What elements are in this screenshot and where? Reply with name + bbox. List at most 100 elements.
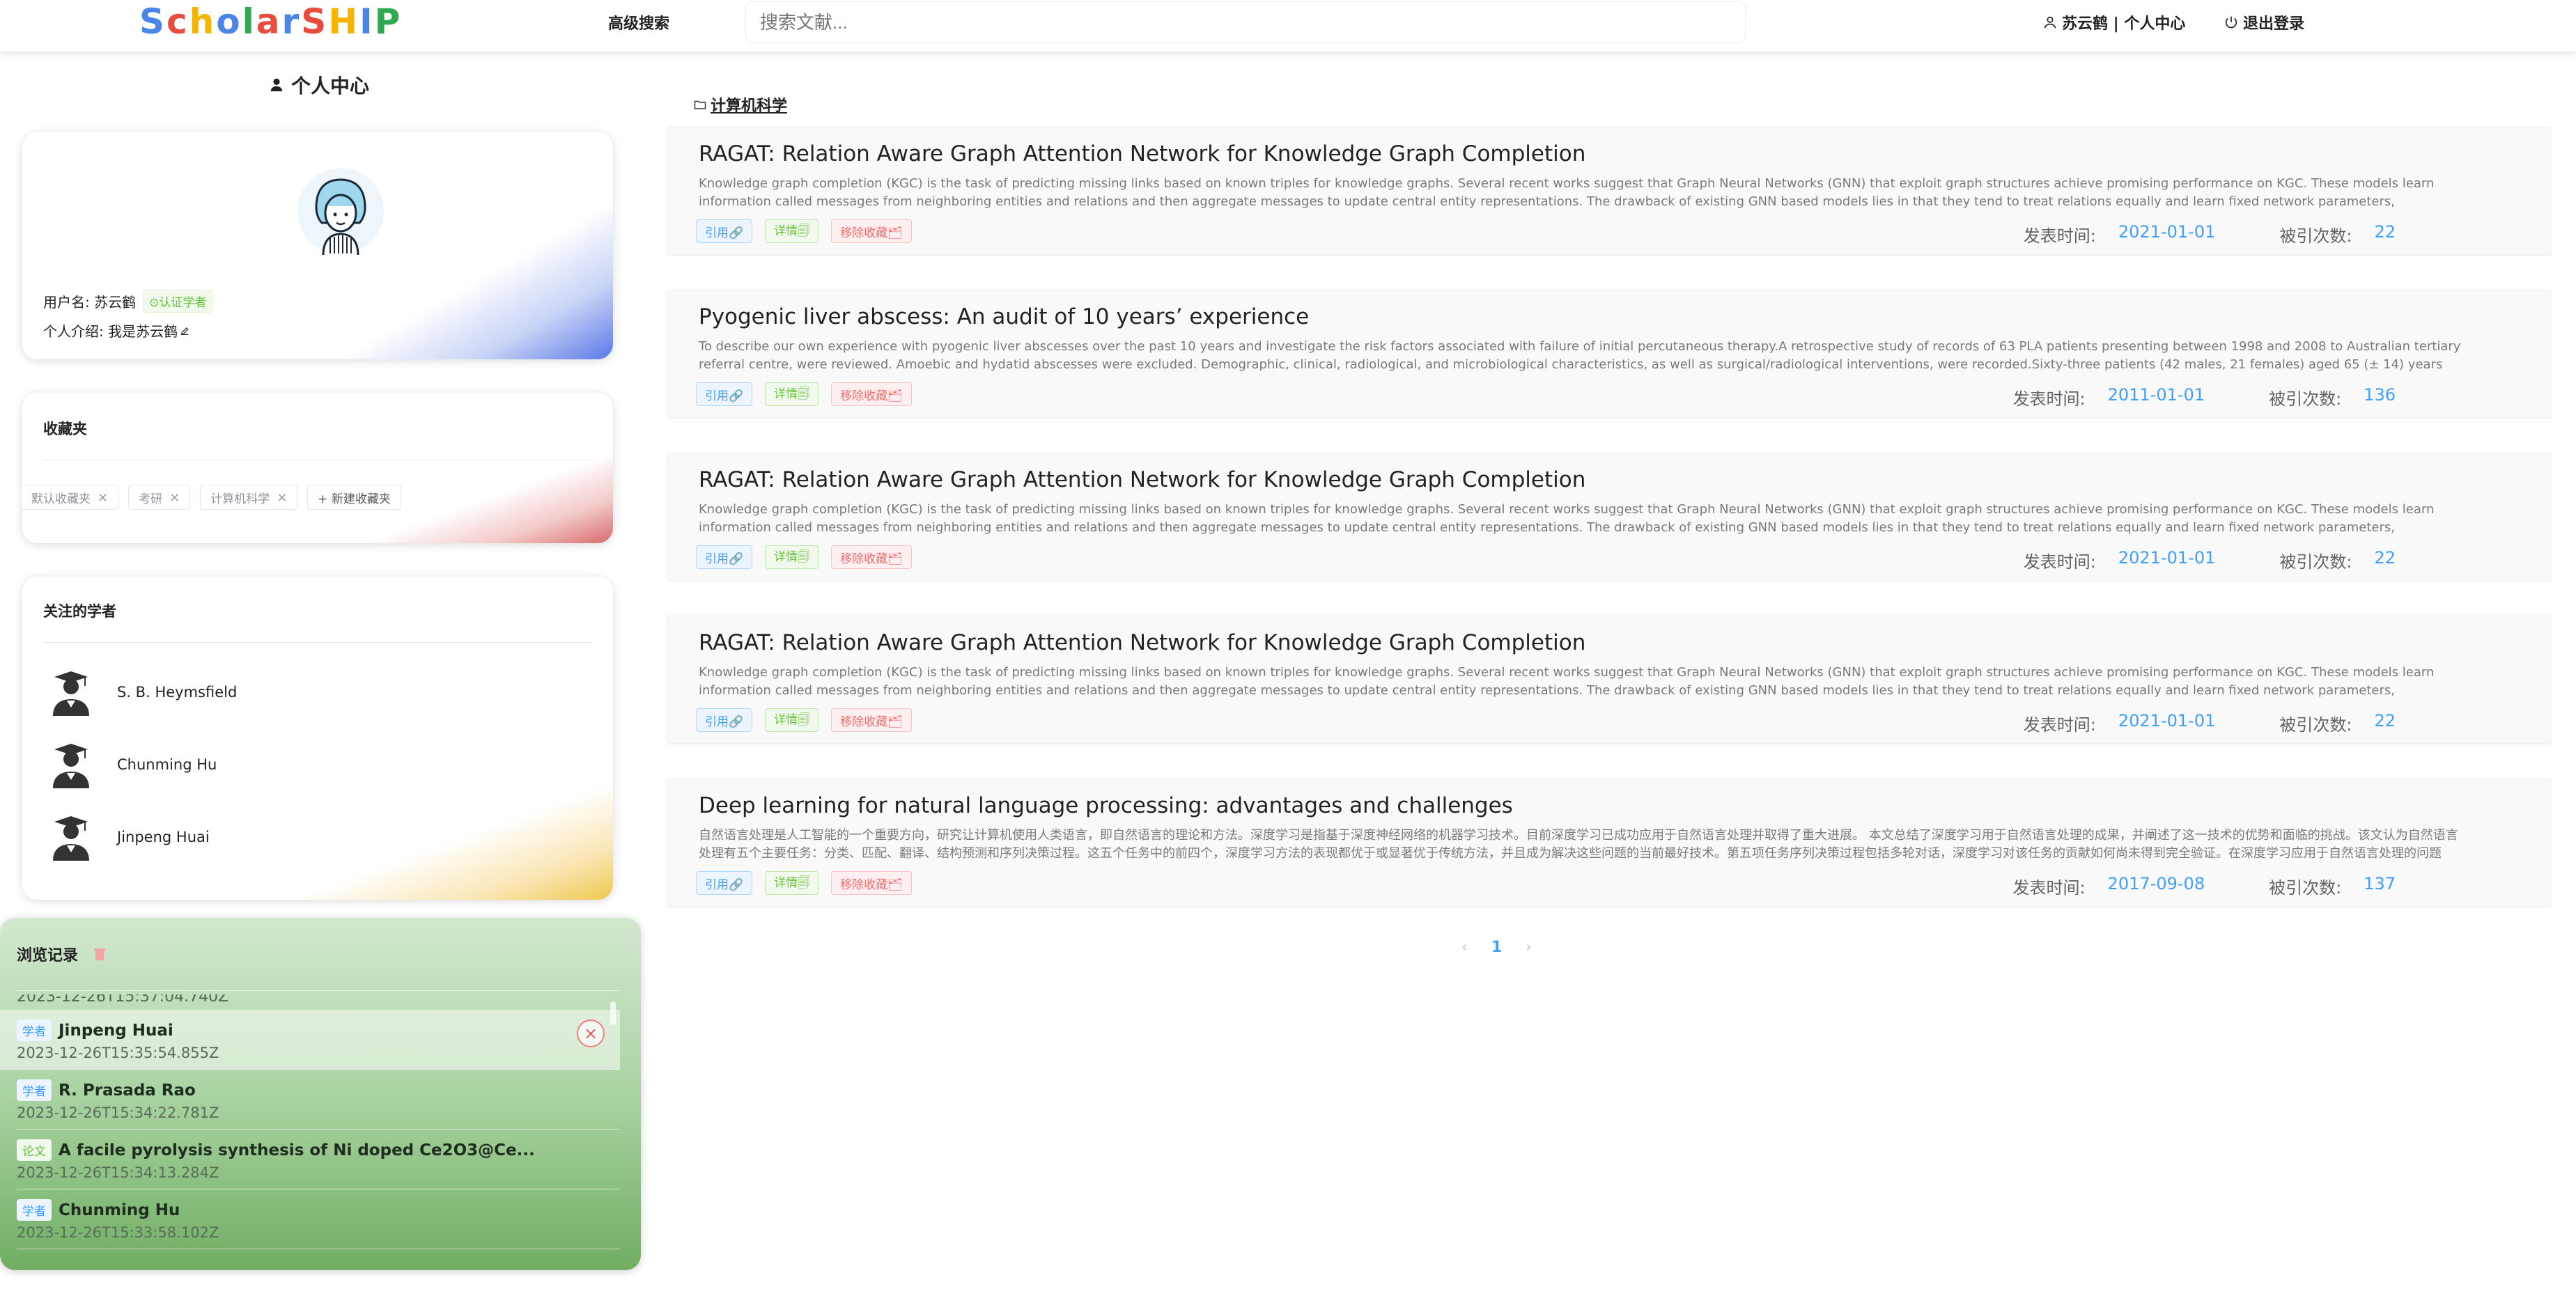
- tag-label: 计算机科学: [210, 492, 270, 506]
- divider: [43, 642, 592, 643]
- paper-title[interactable]: RAGAT: Relation Aware Graph Attention Ne…: [699, 141, 1585, 166]
- top-navbar: ScholarSHIP 高级搜索 苏云鹤 | 个人中心 退出登录: [0, 0, 2576, 52]
- user-center-link[interactable]: 苏云鹤 | 个人中心: [2042, 11, 2185, 33]
- logo-letter: H: [328, 1, 360, 42]
- cite-button[interactable]: 引用🔗: [696, 545, 753, 569]
- paper-abstract: 自然语言处理是人工智能的一个重要方向，研究让计算机使用人类语言，即自然语言的理论…: [699, 828, 2458, 861]
- logo-letter: l: [242, 1, 256, 42]
- history-item-time: 2023-12-26T15:33:58.102Z: [17, 1224, 219, 1241]
- folder-label[interactable]: 计算机科学: [694, 93, 787, 116]
- type-badge: 学者: [17, 1199, 52, 1221]
- tag-label: 默认收藏夹: [31, 492, 91, 506]
- history-item-time: 2023-12-26T15:35:54.855Z: [17, 1045, 219, 1061]
- following-card: 关注的学者 S. B. Heymsfield Chunming Hu Jinpe…: [22, 577, 613, 900]
- history-heading: 浏览记录: [17, 943, 106, 965]
- history-item-header: 学者 Jinpeng Huai: [17, 1020, 173, 1041]
- history-item[interactable]: 论文 A facile pyrolysis synthesis of Ni do…: [17, 1130, 620, 1189]
- paper-title[interactable]: RAGAT: Relation Aware Graph Attention Ne…: [699, 467, 1585, 492]
- favorite-tag[interactable]: 默认收藏夹 ×: [21, 485, 119, 510]
- next-page-button[interactable]: ›: [1526, 939, 1532, 956]
- followed-scholar[interactable]: Chunming Hu: [46, 740, 217, 790]
- logo-letter: S: [301, 1, 329, 42]
- type-badge: 学者: [17, 1079, 52, 1101]
- remove-favorite-button[interactable]: 移除收藏🗂: [831, 708, 912, 732]
- publish-date-label: 发表时间:: [2012, 878, 2086, 898]
- publish-date: 2021-01-01: [2118, 222, 2216, 242]
- history-item-header: 论文 A facile pyrolysis synthesis of Ni do…: [17, 1139, 535, 1161]
- detail-button[interactable]: 详情🗐: [765, 871, 819, 895]
- detail-button[interactable]: 详情🗐: [765, 219, 819, 243]
- close-icon[interactable]: ×: [169, 490, 180, 505]
- type-badge: 论文: [17, 1139, 52, 1161]
- close-icon[interactable]: ×: [277, 490, 287, 505]
- history-heading-label: 浏览记录: [17, 947, 79, 964]
- personal-center-title: 个人中心: [269, 71, 369, 99]
- remove-favorite-button[interactable]: 移除收藏🗂: [831, 219, 912, 243]
- scholarship-logo[interactable]: ScholarSHIP: [139, 1, 402, 42]
- profile-card: 用户名: 苏云鹤 ⊙认证学者 个人介绍: 我是苏云鹤: [22, 132, 613, 359]
- citation-count-label: 被引次数:: [2279, 226, 2352, 246]
- history-scrollbar[interactable]: [610, 1001, 616, 1025]
- history-item[interactable]: 学者 Jinpeng Huai 2023-12-26T15:35:54.855Z…: [0, 1010, 620, 1070]
- advanced-search-link[interactable]: 高级搜索: [608, 11, 669, 33]
- cite-button[interactable]: 引用🔗: [696, 382, 753, 406]
- paper-title[interactable]: Deep learning for natural language proce…: [699, 793, 1513, 818]
- citation-count: 22: [2374, 548, 2396, 568]
- paper-meta: 发表时间: 2021-01-01 被引次数: 22: [2024, 548, 2396, 572]
- publish-date: 2011-01-01: [2107, 385, 2205, 405]
- folder-name: 计算机科学: [711, 97, 788, 115]
- paper-meta: 发表时间: 2011-01-01 被引次数: 136: [2013, 385, 2396, 409]
- cite-button[interactable]: 引用🔗: [696, 871, 753, 895]
- remove-favorite-button[interactable]: 移除收藏🗂: [831, 871, 912, 895]
- paper-meta: 发表时间: 2021-01-01 被引次数: 22: [2024, 711, 2396, 735]
- detail-button[interactable]: 详情🗐: [765, 708, 819, 732]
- history-item[interactable]: 学者 Chunming Hu 2023-12-26T15:33:58.102Z: [17, 1189, 620, 1249]
- search-input[interactable]: [745, 1, 1746, 43]
- favorite-tag[interactable]: 考研 ×: [128, 485, 191, 510]
- intro-line[interactable]: 个人介绍: 我是苏云鹤: [43, 320, 190, 341]
- intro-text: 个人介绍: 我是苏云鹤: [43, 323, 178, 340]
- paper-card: RAGAT: Relation Aware Graph Attention Ne…: [667, 127, 2551, 255]
- prev-page-button[interactable]: ‹: [1461, 939, 1468, 956]
- history-list[interactable]: 2023-12-26T15:37:04.740Z 学者 Jinpeng Huai…: [0, 994, 620, 1263]
- detail-button[interactable]: 详情🗐: [765, 382, 819, 406]
- page-number-button[interactable]: 1: [1491, 939, 1502, 956]
- paper-card: RAGAT: Relation Aware Graph Attention Ne…: [667, 453, 2551, 581]
- followed-scholar[interactable]: Jinpeng Huai: [46, 812, 210, 862]
- logout-link[interactable]: 退出登录: [2224, 11, 2304, 33]
- paper-title[interactable]: RAGAT: Relation Aware Graph Attention Ne…: [699, 630, 1585, 655]
- paper-meta: 发表时间: 2017-09-08 被引次数: 137: [2013, 874, 2396, 898]
- followed-scholar[interactable]: S. B. Heymsfield: [46, 667, 237, 717]
- remove-favorite-button[interactable]: 移除收藏🗂: [831, 382, 912, 406]
- edit-icon[interactable]: [179, 325, 190, 336]
- new-favorite-button[interactable]: + 新建收藏夹: [307, 485, 401, 510]
- publish-date-label: 发表时间:: [2023, 715, 2096, 735]
- remove-favorite-button[interactable]: 移除收藏🗂: [831, 545, 912, 569]
- user-icon: [2044, 16, 2056, 29]
- cite-button[interactable]: 引用🔗: [696, 219, 753, 243]
- username-text: 用户名: 苏云鹤: [43, 294, 137, 311]
- detail-button[interactable]: 详情🗐: [765, 545, 819, 569]
- graduate-avatar-icon: [53, 744, 89, 788]
- scholar-name: Jinpeng Huai: [117, 829, 210, 845]
- close-icon[interactable]: ×: [98, 490, 108, 505]
- logo-letter: c: [166, 1, 189, 42]
- citation-count: 22: [2374, 711, 2396, 731]
- user-avatar[interactable]: [295, 166, 386, 256]
- publish-date: 2017-09-08: [2107, 874, 2205, 893]
- paper-abstract: Knowledge graph completion (KGC) is the …: [699, 176, 2435, 209]
- power-icon: [2225, 16, 2237, 29]
- citation-count-label: 被引次数:: [2279, 552, 2352, 572]
- paper-title[interactable]: Pyogenic liver abscess: An audit of 10 y…: [699, 304, 1309, 329]
- personal-center-label: 个人中心: [291, 75, 370, 97]
- history-item-title: A facile pyrolysis synthesis of Ni doped…: [59, 1141, 535, 1159]
- paper-actions: 引用🔗 详情🗐 移除收藏🗂: [696, 871, 912, 895]
- history-item[interactable]: 学者 R. Prasada Rao 2023-12-26T15:34:22.78…: [17, 1070, 620, 1130]
- close-icon[interactable]: ×: [577, 1020, 605, 1047]
- cite-button[interactable]: 引用🔗: [696, 708, 753, 732]
- paper-meta: 发表时间: 2021-01-01 被引次数: 22: [2024, 222, 2396, 247]
- favorite-tag[interactable]: 计算机科学 ×: [200, 485, 298, 510]
- delete-icon[interactable]: [93, 947, 106, 961]
